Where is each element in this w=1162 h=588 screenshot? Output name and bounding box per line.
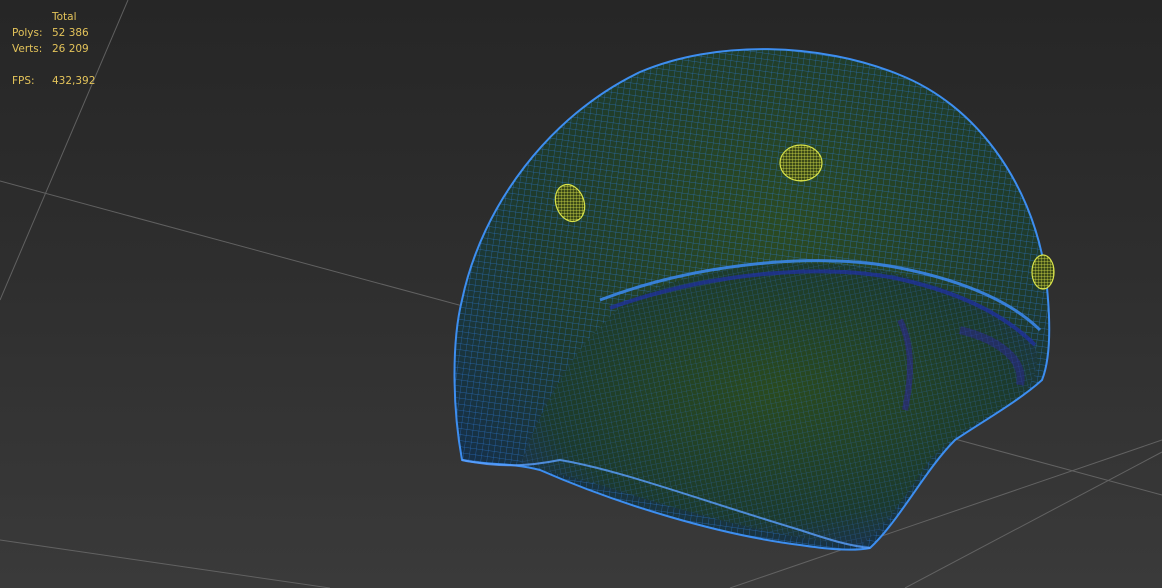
stats-column-header: Total <box>52 11 77 23</box>
verts-label: Verts: <box>12 43 43 55</box>
verts-value: 26 209 <box>52 43 89 55</box>
stats-spacer <box>12 57 95 73</box>
helmet-mesh[interactable] <box>440 30 1070 570</box>
fps-value: 432,392 <box>52 75 96 87</box>
viewport-statistics: Total Polys: 52 386 Verts: 26 209 FPS: 4… <box>12 9 95 89</box>
viewport-scene[interactable] <box>0 0 1162 588</box>
polys-label: Polys: <box>12 27 43 39</box>
polys-value: 52 386 <box>52 27 89 39</box>
stats-row-fps: FPS: 432,392 <box>12 73 95 89</box>
grid-line-lower-left <box>0 539 331 588</box>
stats-row-verts: Verts: 26 209 <box>12 41 95 57</box>
perspective-viewport[interactable]: Total Polys: 52 386 Verts: 26 209 FPS: 4… <box>0 0 1162 588</box>
grid-line-far-right <box>904 451 1162 588</box>
stats-row-polys: Polys: 52 386 <box>12 25 95 41</box>
fps-label: FPS: <box>12 75 35 87</box>
